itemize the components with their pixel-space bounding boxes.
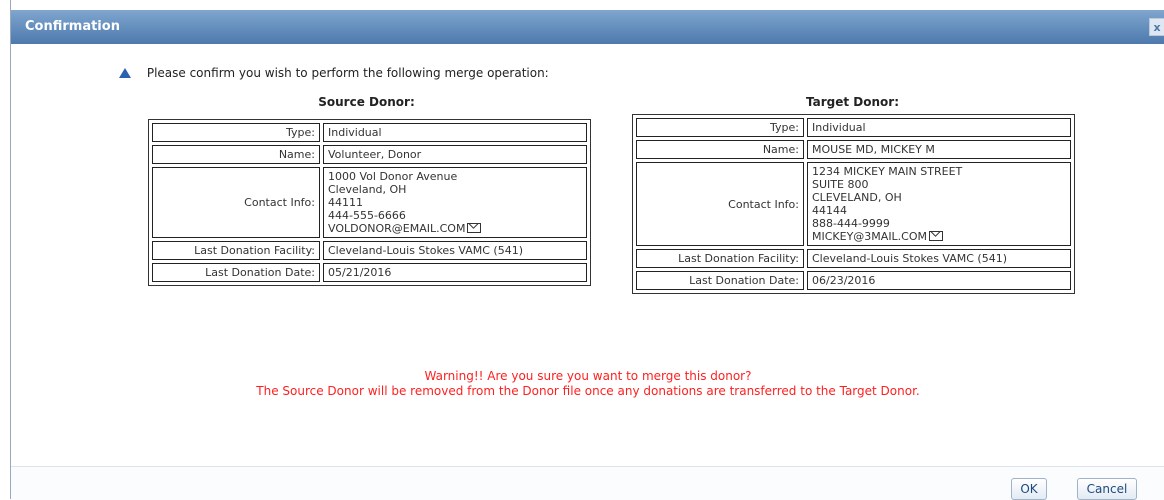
table-row: Contact Info: 1000 Vol Donor Avenue Clev…: [152, 167, 587, 238]
date-label: Last Donation Date:: [152, 263, 320, 282]
source-donor-table: Type: Individual Name: Volunteer, Donor …: [148, 119, 591, 286]
mail-icon[interactable]: [929, 231, 944, 241]
type-label: Type:: [636, 118, 804, 137]
dialog-title: Confirmation: [25, 19, 120, 34]
cancel-button[interactable]: Cancel: [1077, 478, 1137, 500]
name-label: Name:: [152, 145, 320, 164]
contact-line: 44144: [812, 204, 847, 217]
email-line: MICKEY@3MAIL.COM: [812, 230, 1066, 243]
date-label: Last Donation Date:: [636, 271, 804, 290]
merge-warning-line-1: Warning!! Are you sure you want to merge…: [424, 369, 752, 383]
contact-value: 1234 MICKEY MAIN STREET SUITE 800 CLEVEL…: [807, 162, 1071, 246]
source-donor-heading: Source Donor:: [318, 95, 415, 109]
contact-line: 444-555-6666: [328, 209, 406, 222]
contact-label: Contact Info:: [152, 167, 320, 238]
table-row: Contact Info: 1234 MICKEY MAIN STREET SU…: [636, 162, 1071, 246]
email-value: MICKEY@3MAIL.COM: [812, 230, 928, 243]
name-value: MOUSE MD, MICKEY M: [807, 140, 1071, 159]
contact-line: 1000 Vol Donor Avenue: [328, 170, 458, 183]
contact-value: 1000 Vol Donor Avenue Cleveland, OH 4411…: [323, 167, 587, 238]
confirm-message: Please confirm you wish to perform the f…: [146, 66, 549, 80]
contact-line: Cleveland, OH: [328, 183, 407, 196]
confirmation-dialog: Confirmation x Please confirm you wish t…: [10, 0, 1164, 500]
contact-line: 888-444-9999: [812, 217, 890, 230]
facility-value: Cleveland-Louis Stokes VAMC (541): [807, 249, 1071, 268]
email-value: VOLDONOR@EMAIL.COM: [328, 222, 466, 235]
table-row: Type: Individual: [636, 118, 1071, 137]
table-row: Last Donation Date: 05/21/2016: [152, 263, 587, 282]
table-row: Type: Individual: [152, 123, 587, 142]
mail-icon[interactable]: [467, 223, 482, 233]
facility-label: Last Donation Facility:: [636, 249, 804, 268]
table-row: Last Donation Date: 06/23/2016: [636, 271, 1071, 290]
type-label: Type:: [152, 123, 320, 142]
date-value: 05/21/2016: [323, 263, 587, 282]
dialog-footer: OK Cancel: [11, 466, 1164, 500]
contact-line: CLEVELAND, OH: [812, 191, 902, 204]
confirm-message-row: Please confirm you wish to perform the f…: [119, 66, 549, 80]
close-icon[interactable]: x: [1149, 18, 1164, 36]
name-value: Volunteer, Donor: [323, 145, 587, 164]
name-label: Name:: [636, 140, 804, 159]
merge-warning-line-2: The Source Donor will be removed from th…: [256, 384, 920, 398]
table-row: Name: Volunteer, Donor: [152, 145, 587, 164]
type-value: Individual: [323, 123, 587, 142]
contact-line: SUITE 800: [812, 178, 869, 191]
warning-icon: [119, 68, 131, 78]
table-row: Last Donation Facility: Cleveland-Louis …: [152, 241, 587, 260]
facility-label: Last Donation Facility:: [152, 241, 320, 260]
table-row: Last Donation Facility: Cleveland-Louis …: [636, 249, 1071, 268]
contact-line: 1234 MICKEY MAIN STREET: [812, 165, 963, 178]
type-value: Individual: [807, 118, 1071, 137]
date-value: 06/23/2016: [807, 271, 1071, 290]
target-donor-heading: Target Donor:: [805, 95, 899, 109]
dialog-titlebar: Confirmation x: [11, 10, 1164, 44]
table-row: Name: MOUSE MD, MICKEY M: [636, 140, 1071, 159]
target-donor-table: Type: Individual Name: MOUSE MD, MICKEY …: [632, 114, 1075, 294]
email-line: VOLDONOR@EMAIL.COM: [328, 222, 582, 235]
contact-line: 44111: [328, 196, 363, 209]
contact-label: Contact Info:: [636, 162, 804, 246]
facility-value: Cleveland-Louis Stokes VAMC (541): [323, 241, 587, 260]
ok-button[interactable]: OK: [1011, 478, 1047, 500]
